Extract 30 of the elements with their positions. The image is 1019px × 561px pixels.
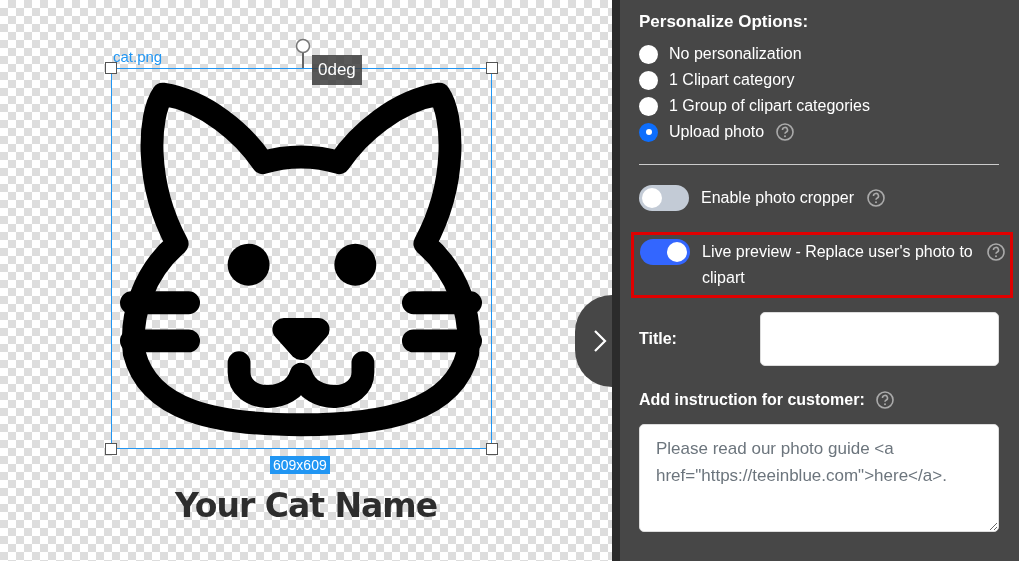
- field-label: Title:: [639, 330, 677, 348]
- size-label: 609x609: [270, 456, 330, 474]
- help-icon[interactable]: [775, 122, 796, 142]
- toggle-label: Live preview - Replace user's photo to clipart: [702, 242, 974, 288]
- toggle-switch[interactable]: [640, 239, 690, 265]
- radio-button[interactable]: [639, 70, 658, 90]
- resize-handle[interactable]: [105, 443, 117, 455]
- instruction-field[interactable]: Please read our photo guide <a href="https://teeinblue.com">here</a>.: [639, 424, 999, 532]
- help-icon[interactable]: [874, 390, 895, 410]
- radio-button[interactable]: [639, 96, 658, 116]
- section-heading: Personalize Options:: [639, 12, 810, 32]
- rotation-label: 0deg: [312, 55, 362, 85]
- radio-button[interactable]: [639, 122, 658, 142]
- radio-button[interactable]: [639, 44, 658, 64]
- help-icon[interactable]: [986, 242, 1006, 262]
- option-label: 1 Clipart category: [669, 71, 795, 89]
- chevron-right-icon: [593, 329, 607, 353]
- caption-text: Your Cat Name: [173, 486, 439, 525]
- option-label: Upload photo: [669, 123, 765, 141]
- resize-handle[interactable]: [486, 62, 498, 74]
- resize-handle[interactable]: [486, 443, 498, 455]
- field-label: Add instruction for customer:: [639, 391, 865, 409]
- title-field[interactable]: [760, 312, 999, 366]
- option-label: 1 Group of clipart categories: [669, 97, 870, 115]
- option-label: No personalization: [669, 45, 802, 63]
- toggle-label: Enable photo cropper: [701, 188, 854, 208]
- layer-name: cat.png: [113, 48, 163, 65]
- toggle-switch[interactable]: [639, 185, 689, 211]
- help-icon[interactable]: [866, 188, 886, 208]
- rotate-handle[interactable]: [295, 38, 311, 68]
